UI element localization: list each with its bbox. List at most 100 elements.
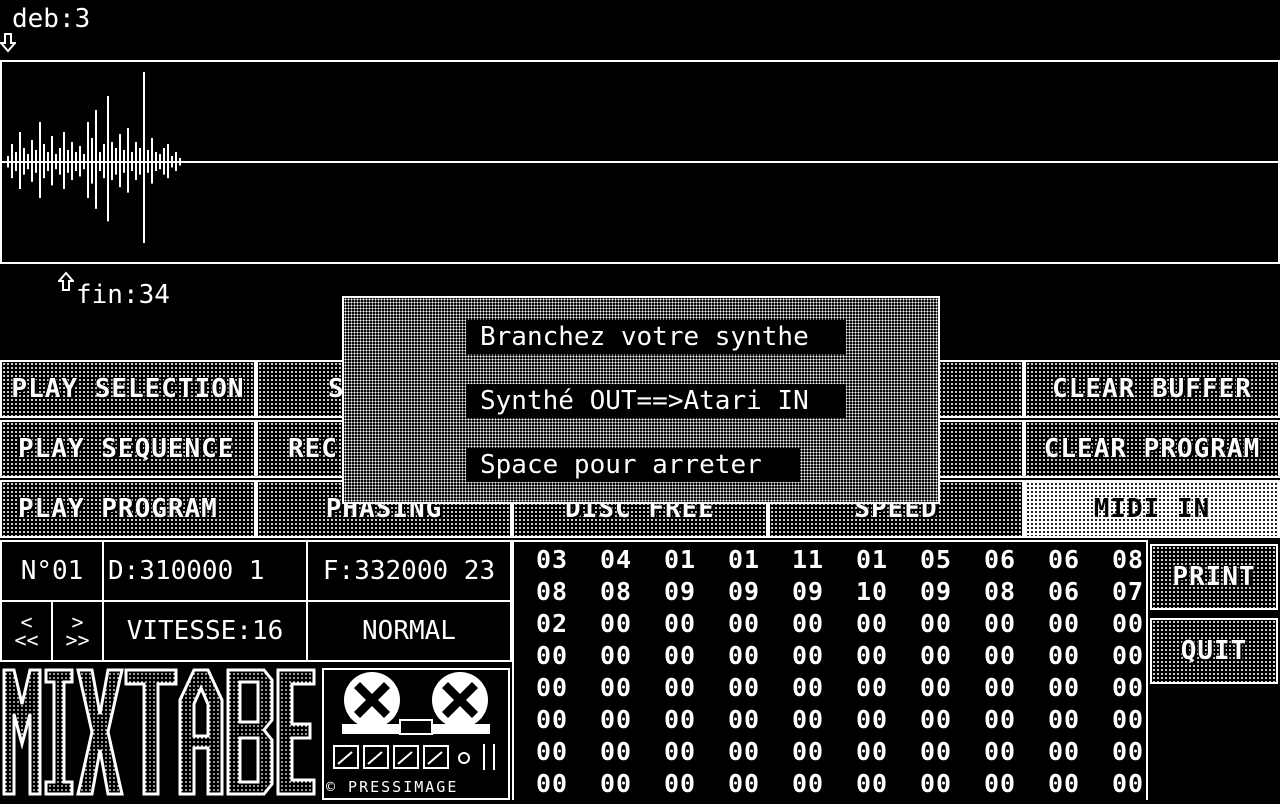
sequence-cell[interactable]: 00 <box>584 640 648 672</box>
play-sequence-button[interactable]: PLAY SEQUENCE <box>0 420 256 478</box>
sequence-cell[interactable]: 00 <box>648 640 712 672</box>
sequence-cell[interactable]: 00 <box>840 704 904 736</box>
sequence-cell[interactable]: 08 <box>520 576 584 608</box>
sequence-cell[interactable]: 11 <box>776 544 840 576</box>
end-marker[interactable]: fin:34 <box>58 270 198 312</box>
sequence-cell[interactable]: 09 <box>776 576 840 608</box>
sequence-cell[interactable]: 00 <box>712 640 776 672</box>
sequence-cell[interactable]: 08 <box>584 576 648 608</box>
sequence-cell[interactable]: 00 <box>968 768 1032 800</box>
sequence-cell[interactable]: 00 <box>840 672 904 704</box>
sequence-cell[interactable]: 00 <box>584 672 648 704</box>
clear-program-button[interactable]: CLEAR PROGRAM <box>1024 420 1280 478</box>
sequence-cell[interactable]: 01 <box>648 544 712 576</box>
sequence-cell[interactable]: 08 <box>968 576 1032 608</box>
tape-recorder-graphic <box>333 672 495 770</box>
sequence-cell[interactable]: 00 <box>1032 768 1096 800</box>
sequence-cell[interactable]: 00 <box>712 768 776 800</box>
sequence-cell[interactable]: 00 <box>904 736 968 768</box>
sequence-cell[interactable]: 00 <box>584 704 648 736</box>
quit-button[interactable]: QUIT <box>1150 618 1278 684</box>
sequence-cell[interactable]: 00 <box>1032 672 1096 704</box>
sequence-cell[interactable]: 00 <box>1032 608 1096 640</box>
midi-in-button[interactable]: MIDI IN <box>1024 480 1280 538</box>
sequence-cell[interactable]: 10 <box>840 576 904 608</box>
sequence-cell[interactable]: 00 <box>776 672 840 704</box>
sequence-grid[interactable]: 03 04 01 01 11 01 05 06 06 08 08 08 09 09 09 10 09 08 06 07… <box>520 544 1144 800</box>
sequence-cell[interactable]: 00 <box>904 672 968 704</box>
speed-value[interactable]: VITESSE:16 <box>104 602 308 662</box>
sequence-cell[interactable]: 00 <box>520 640 584 672</box>
sequence-cell[interactable]: 00 <box>520 672 584 704</box>
clear-buffer-button[interactable]: CLEAR BUFFER <box>1024 360 1280 418</box>
previous-button[interactable]: < << <box>2 602 53 662</box>
sequence-cell[interactable]: 00 <box>712 672 776 704</box>
sequence-cell[interactable]: 00 <box>520 736 584 768</box>
mode-value[interactable]: NORMAL <box>308 602 512 662</box>
next-button[interactable]: > >> <box>53 602 104 662</box>
sequence-cell[interactable]: 00 <box>1096 736 1160 768</box>
sequence-cell[interactable]: 00 <box>1032 704 1096 736</box>
program-number-label: N°01 <box>20 556 84 586</box>
sequence-cell[interactable]: 00 <box>1096 704 1160 736</box>
sequence-cell[interactable]: 04 <box>584 544 648 576</box>
print-button[interactable]: PRINT <box>1150 544 1278 610</box>
sequence-cell[interactable]: 00 <box>840 736 904 768</box>
sequence-cell[interactable]: 00 <box>904 704 968 736</box>
sequence-cell[interactable]: 00 <box>776 608 840 640</box>
dialog-line-3: Space pour arreter <box>466 448 800 482</box>
sequence-cell[interactable]: 00 <box>904 640 968 672</box>
sequence-cell[interactable]: 06 <box>1032 576 1096 608</box>
sequence-cell[interactable]: 09 <box>712 576 776 608</box>
sequence-cell[interactable]: 00 <box>904 768 968 800</box>
sequence-cell[interactable]: 00 <box>776 768 840 800</box>
sequence-cell[interactable]: 00 <box>1032 736 1096 768</box>
sequence-cell[interactable]: 00 <box>648 768 712 800</box>
sequence-cell[interactable]: 09 <box>648 576 712 608</box>
up-arrow-icon <box>58 271 74 291</box>
sequence-cell[interactable]: 00 <box>904 608 968 640</box>
sequence-cell[interactable]: 00 <box>968 640 1032 672</box>
sequence-cell[interactable]: 00 <box>712 704 776 736</box>
sequence-cell[interactable]: 03 <box>520 544 584 576</box>
finish-position-label: F:332000 23 <box>322 556 496 586</box>
sequence-cell[interactable]: 00 <box>520 768 584 800</box>
play-selection-button[interactable]: PLAY SELECTION <box>0 360 256 418</box>
clear-program-label: CLEAR PROGRAM <box>1043 434 1261 464</box>
sequence-cell[interactable]: 00 <box>1096 768 1160 800</box>
sequence-cell[interactable]: 00 <box>968 736 1032 768</box>
start-marker-label: deb:3 <box>12 4 91 34</box>
sequence-cell[interactable]: 00 <box>648 672 712 704</box>
sequence-cell[interactable]: 06 <box>968 544 1032 576</box>
sequence-cell[interactable]: 00 <box>712 736 776 768</box>
sequence-cell[interactable]: 00 <box>648 704 712 736</box>
sequence-cell[interactable]: 00 <box>584 768 648 800</box>
sequence-cell[interactable]: 00 <box>584 608 648 640</box>
sequence-cell[interactable]: 05 <box>904 544 968 576</box>
sequence-cell[interactable]: 00 <box>840 768 904 800</box>
sequence-cell[interactable]: 00 <box>648 608 712 640</box>
sequence-cell[interactable]: 00 <box>840 608 904 640</box>
sequence-cell[interactable]: 00 <box>776 704 840 736</box>
sequence-cell[interactable]: 00 <box>968 608 1032 640</box>
sequence-cell[interactable]: 06 <box>1032 544 1096 576</box>
clear-buffer-label: CLEAR BUFFER <box>1052 374 1252 404</box>
sequence-cell[interactable]: 02 <box>520 608 584 640</box>
play-program-button[interactable]: PLAY PROGRAM <box>0 480 256 538</box>
sequence-cell[interactable]: 00 <box>968 704 1032 736</box>
sequence-cell[interactable]: 01 <box>712 544 776 576</box>
sequence-cell[interactable]: 00 <box>776 736 840 768</box>
start-marker[interactable]: deb:3 <box>0 4 120 53</box>
sequence-cell[interactable]: 00 <box>712 608 776 640</box>
sequence-cell[interactable]: 00 <box>648 736 712 768</box>
sequence-cell[interactable]: 09 <box>904 576 968 608</box>
sequence-cell[interactable]: 00 <box>968 672 1032 704</box>
sequence-cell[interactable]: 00 <box>584 736 648 768</box>
sequence-cell[interactable]: 01 <box>840 544 904 576</box>
waveform-display[interactable] <box>0 60 1280 264</box>
sequence-cell[interactable]: 00 <box>520 704 584 736</box>
sequence-cell[interactable]: 00 <box>776 640 840 672</box>
sequence-cell[interactable]: 00 <box>840 640 904 672</box>
program-number: N°01 <box>2 542 104 602</box>
sequence-cell[interactable]: 00 <box>1032 640 1096 672</box>
